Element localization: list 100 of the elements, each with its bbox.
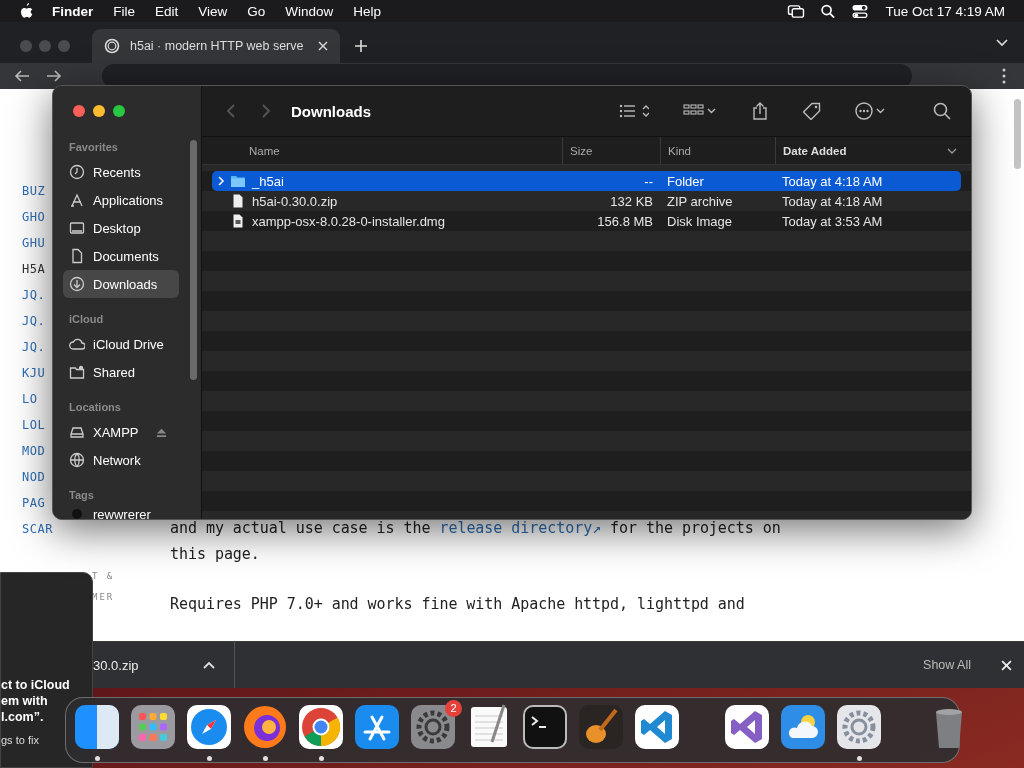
app-icon[interactable] (184, 702, 234, 752)
link[interactable]: release directory↗ (439, 519, 602, 537)
app-icon[interactable] (576, 702, 626, 752)
new-tab-icon[interactable] (354, 39, 368, 54)
disclosure-icon[interactable] (217, 176, 225, 186)
column-header[interactable]: Size (562, 137, 660, 164)
sidebar-item[interactable]: Documents (63, 242, 179, 270)
app-icon[interactable] (778, 702, 828, 752)
download-item[interactable]: 30.0.zip (93, 657, 139, 673)
nav-link[interactable]: SCAR (22, 516, 53, 542)
nav-link[interactable]: GHO (22, 204, 46, 230)
apple-icon[interactable] (19, 3, 33, 19)
download-icon (69, 276, 85, 292)
menu-item[interactable]: Go (247, 3, 266, 19)
sidebar-item[interactable]: rewwrerer (63, 506, 179, 519)
menu-item[interactable]: Window (285, 3, 334, 19)
menu-item[interactable]: View (198, 3, 228, 19)
minimize-button[interactable] (93, 105, 105, 117)
nav-link[interactable]: H5A (22, 256, 46, 282)
app-icon[interactable] (72, 702, 122, 752)
screen-mirroring-icon[interactable] (787, 3, 806, 19)
file-row[interactable]: _h5ai -- Folder Today at 4:18 AM (212, 171, 961, 191)
app-icon[interactable] (128, 702, 178, 752)
more-icon[interactable] (855, 102, 887, 120)
search-icon[interactable] (933, 102, 951, 120)
document-icon (69, 248, 85, 264)
sidebar-heading: iCloud (68, 312, 105, 327)
scrollbar[interactable] (190, 140, 197, 380)
app-icon[interactable] (520, 702, 570, 752)
running-indicator (262, 756, 268, 761)
scrollbar[interactable] (1014, 99, 1021, 169)
file-name: h5ai-0.30.0.zip (252, 193, 338, 209)
share-icon[interactable] (751, 102, 769, 120)
file-size: 156.8 MB (596, 213, 654, 229)
sidebar-item[interactable]: Network (63, 446, 179, 474)
date-added: Today at 4:18 AM (781, 193, 884, 209)
file-size: -- (643, 173, 654, 189)
column-header[interactable]: Date Added (775, 137, 961, 164)
nav-link[interactable]: NOD (22, 464, 46, 490)
chevron-down-icon[interactable] (996, 39, 1008, 48)
file-row[interactable]: xampp-osx-8.0.28-0-installer.dmg 156.8 MB Disk Image Today at 3:53 AM (212, 211, 961, 231)
app-icon[interactable] (632, 702, 682, 752)
nav-link[interactable]: LOL (22, 412, 46, 438)
control-center-icon[interactable] (851, 3, 870, 19)
nav-link[interactable]: LO (22, 386, 38, 412)
column-header[interactable]: Name (212, 137, 562, 164)
menu-item[interactable]: File (113, 3, 136, 19)
file-row[interactable]: h5ai-0.30.0.zip 132 KB ZIP archive Today at 4:18 AM (212, 191, 961, 211)
list-view-icon[interactable] (619, 103, 649, 119)
nav-link[interactable]: GHU (22, 230, 46, 256)
file-size: 132 KB (609, 193, 654, 209)
nav-link[interactable]: BUZ (22, 178, 46, 204)
sidebar-item[interactable]: Recents (63, 158, 179, 186)
column-header[interactable]: Kind (660, 137, 775, 164)
clock[interactable]: Tue Oct 17 4:19 AM (885, 3, 1005, 19)
eject-icon[interactable] (156, 426, 167, 438)
sort-chevron-icon (947, 147, 957, 154)
notification-hint: gs to fix (1, 734, 40, 746)
nav-link[interactable]: PAG (22, 490, 46, 516)
sidebar-item[interactable]: XAMPP (63, 418, 179, 446)
nav-link[interactable]: KJU (22, 360, 46, 386)
sidebar-item[interactable]: Applications (63, 186, 179, 214)
file-kind: Folder (666, 173, 705, 189)
app-icon[interactable] (352, 702, 402, 752)
app-icon[interactable] (296, 702, 346, 752)
show-all-button[interactable]: Show All (917, 654, 977, 676)
zoom-button[interactable] (113, 105, 125, 117)
close-button[interactable] (73, 105, 85, 117)
menu-item[interactable]: Help (353, 3, 382, 19)
nav-link[interactable]: JQ. (22, 334, 46, 360)
nav-link[interactable]: MOD (22, 438, 46, 464)
file-kind: Disk Image (666, 213, 734, 229)
tag-icon[interactable] (803, 102, 821, 120)
folder-icon (230, 174, 246, 188)
cloud-icon (69, 336, 85, 352)
menu-icon[interactable] (1002, 68, 1006, 85)
sidebar-item[interactable]: Desktop (63, 214, 179, 242)
menu-item[interactable]: Edit (155, 3, 179, 19)
paragraph: Requires PHP 7.0+ and works fine with Apache httpd, lighttpd and (170, 594, 746, 615)
nav-link[interactable]: JQ. (22, 308, 46, 334)
sidebar-item[interactable]: iCloud Drive (63, 330, 179, 358)
chevron-up-icon[interactable] (202, 661, 215, 669)
footer-link[interactable]: T & (92, 566, 170, 587)
clock-icon (69, 164, 85, 180)
sidebar-item[interactable]: Downloads (63, 270, 179, 298)
app-icon[interactable] (722, 702, 772, 752)
close-icon[interactable] (1001, 659, 1012, 671)
applications-icon (69, 192, 85, 208)
notification[interactable]: ct to iCloud em with l.com”. gs to fix (0, 572, 93, 768)
app-icon[interactable] (834, 702, 884, 752)
sidebar-item[interactable]: Shared (63, 358, 179, 386)
sidebar-heading: Tags (68, 488, 95, 503)
notification-badge: 2 (445, 700, 462, 717)
close-icon[interactable] (318, 41, 328, 52)
nav-link[interactable]: JQ. (22, 282, 46, 308)
notification-text: ct to iCloud em with l.com”. (1, 677, 71, 725)
sidebar-heading: Locations (68, 400, 122, 415)
browser-tab[interactable]: h5ai · modern HTTP web serve (92, 29, 340, 64)
file-name: _h5ai (252, 173, 284, 189)
menu-item[interactable]: Finder (52, 3, 94, 19)
